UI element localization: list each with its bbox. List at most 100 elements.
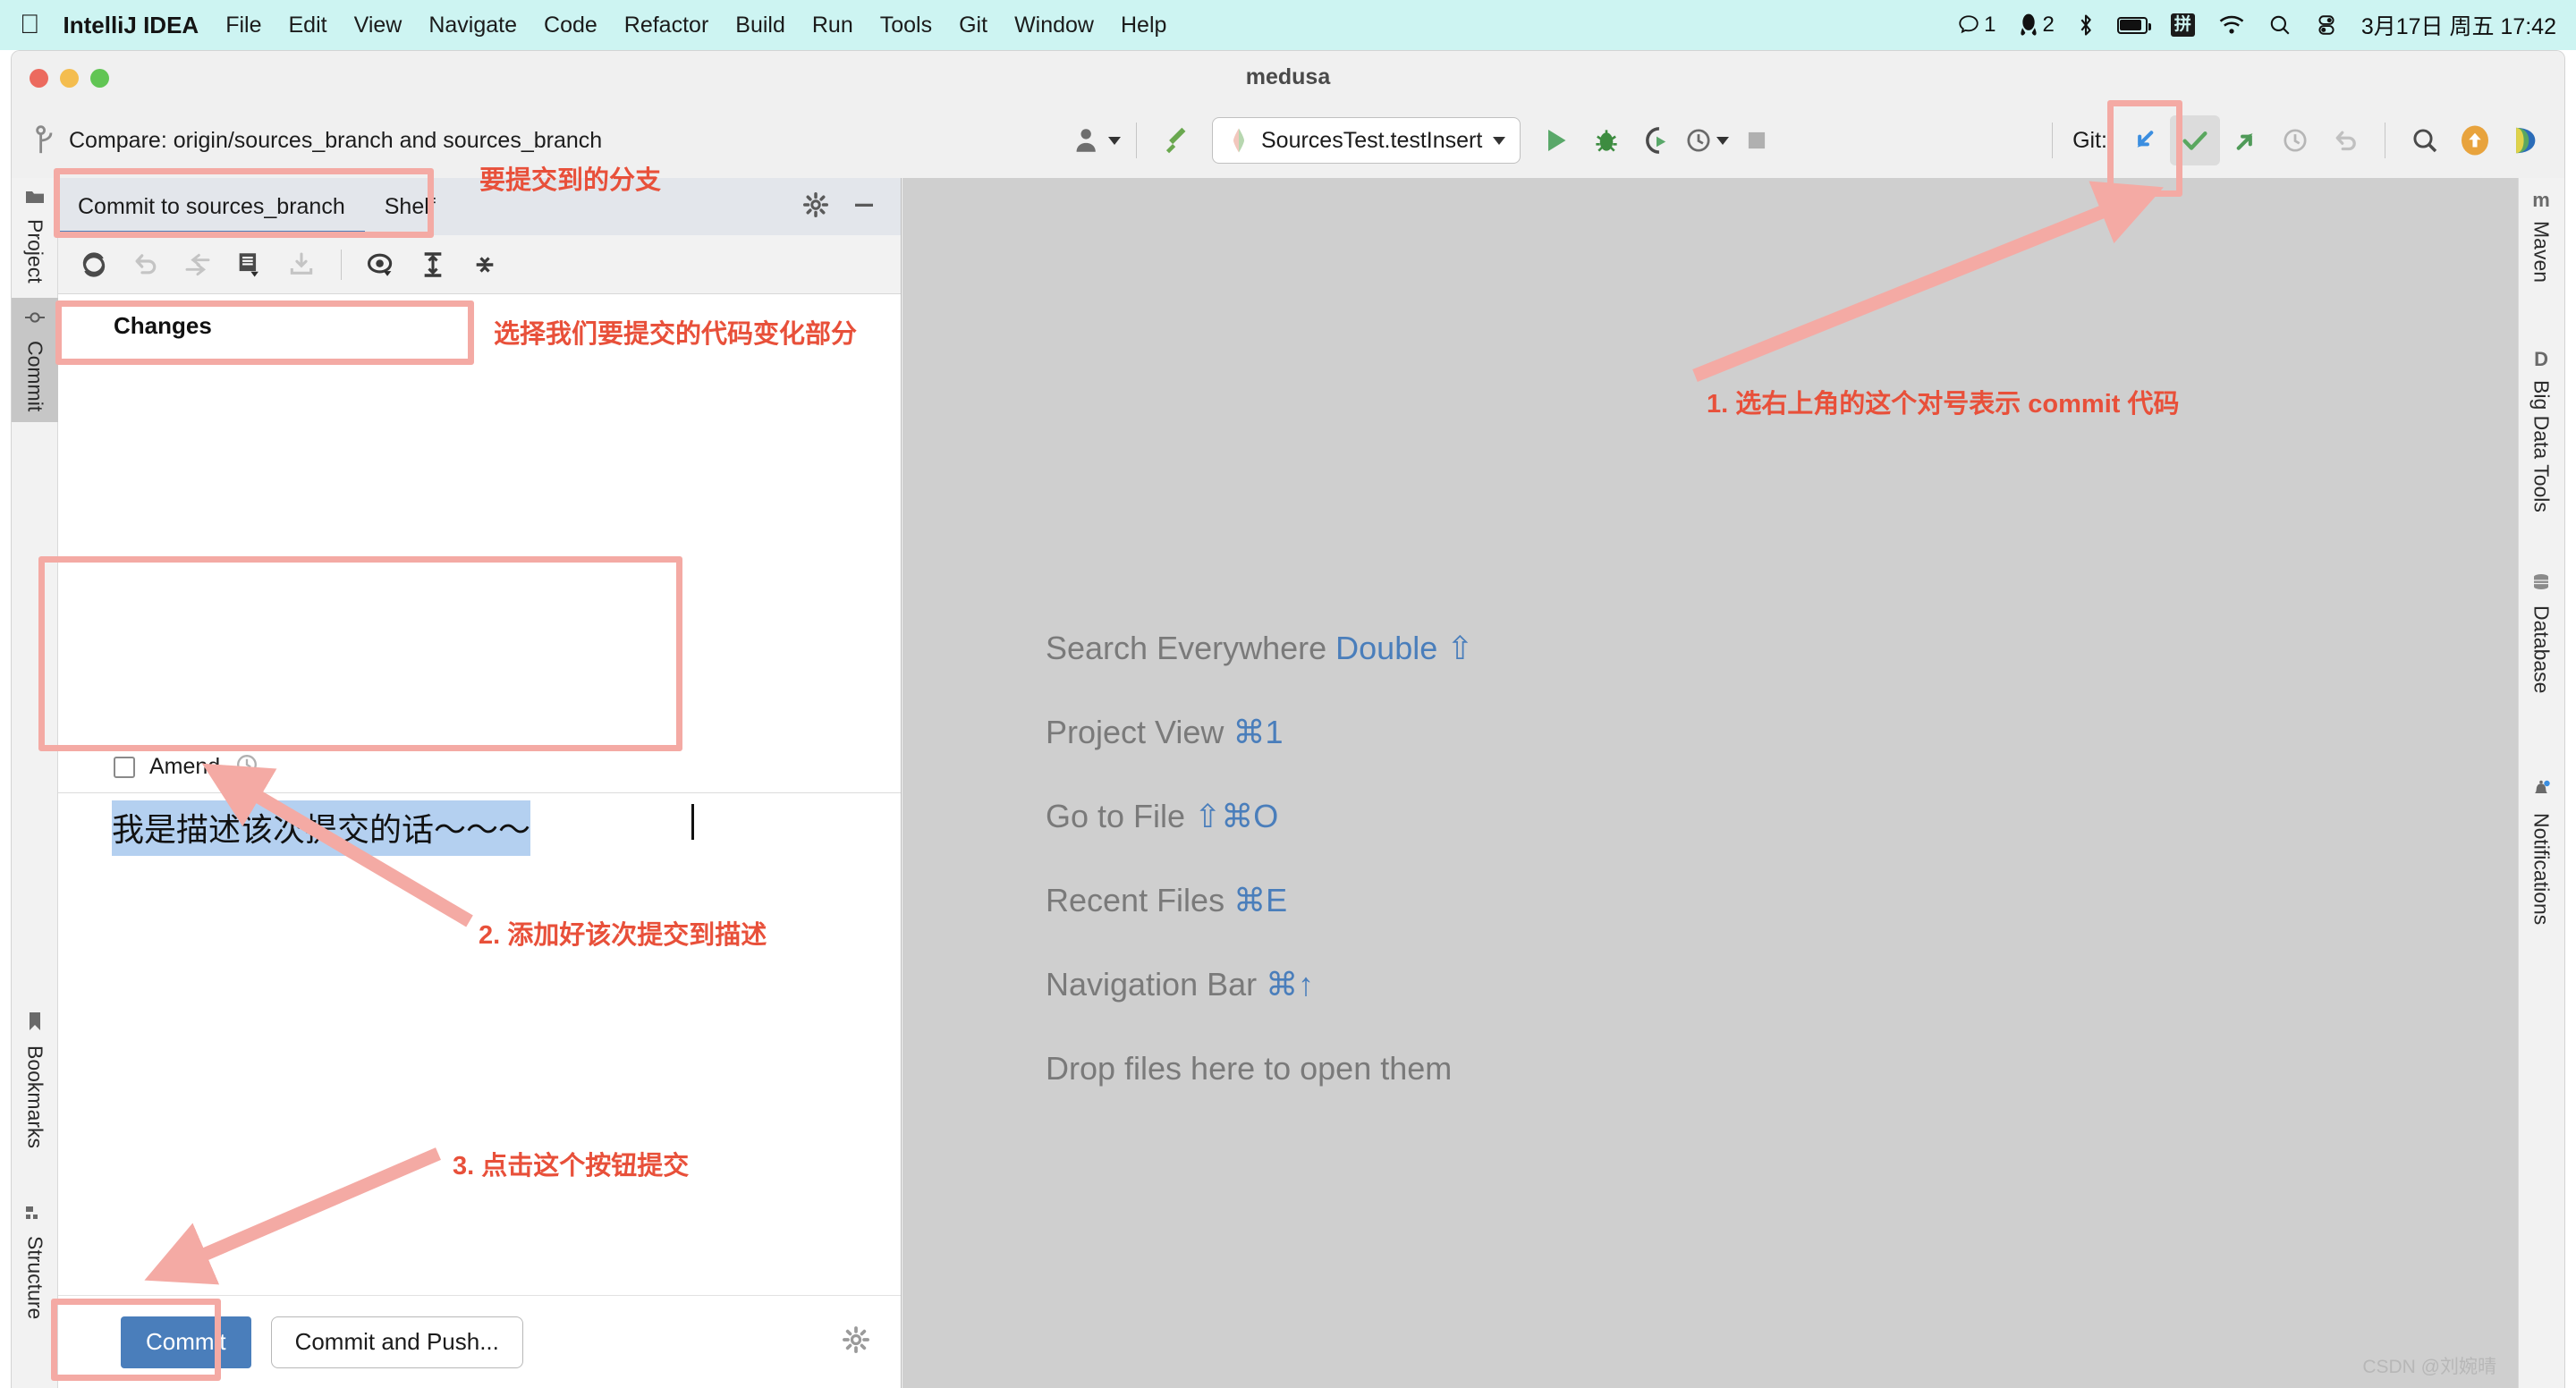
commit-message-area[interactable]: 我是描述该次提交的话～～～ bbox=[58, 793, 901, 927]
menu-item-view[interactable]: View bbox=[354, 13, 402, 38]
group-by-eye-icon bbox=[367, 253, 393, 276]
sidebar-item-bookmarks[interactable]: Bookmarks bbox=[12, 1001, 58, 1159]
menu-item-build[interactable]: Build bbox=[735, 13, 785, 38]
sidebar-item-label: Commit bbox=[23, 341, 47, 412]
menu-item-window[interactable]: Window bbox=[1014, 13, 1094, 38]
git-update-button[interactable] bbox=[2120, 115, 2170, 165]
git-history-button[interactable] bbox=[2270, 115, 2320, 165]
ide-feature-button[interactable] bbox=[2500, 115, 2550, 165]
menu-item-help[interactable]: Help bbox=[1121, 13, 1166, 38]
spotlight-status-item[interactable] bbox=[2268, 13, 2292, 37]
annotation-text-step-2: 2. 添加好该次提交到描述 bbox=[479, 921, 767, 950]
sidebar-item-database[interactable]: Database bbox=[2518, 563, 2564, 704]
minimize-dash-icon[interactable] bbox=[851, 191, 877, 223]
search-everywhere-button[interactable] bbox=[2400, 115, 2450, 165]
menu-item-file[interactable]: File bbox=[225, 13, 261, 38]
control-center-status-item[interactable] bbox=[2315, 13, 2338, 37]
input-method-indicator[interactable]: 拼 bbox=[2170, 13, 2195, 37]
menu-item-run[interactable]: Run bbox=[812, 13, 853, 38]
git-rollback-button[interactable] bbox=[2320, 115, 2370, 165]
menu-item-refactor[interactable]: Refactor bbox=[624, 13, 708, 38]
sidebar-item-structure[interactable]: Structure bbox=[12, 1193, 58, 1330]
shortcut-action: Recent Files bbox=[1046, 882, 1225, 918]
build-button[interactable] bbox=[1151, 115, 1201, 165]
qq-status-item[interactable]: 2 bbox=[2019, 13, 2055, 38]
apple-logo-icon[interactable]:  bbox=[20, 12, 40, 38]
sidebar-item-commit[interactable]: Commit bbox=[12, 298, 58, 423]
git-commit-button[interactable] bbox=[2170, 115, 2220, 165]
expand-all-icon bbox=[424, 251, 442, 277]
branch-indicator[interactable]: Compare: origin/sources_branch and sourc… bbox=[35, 125, 602, 156]
database-cylinder-icon bbox=[2531, 573, 2551, 597]
stop-button[interactable] bbox=[1732, 115, 1782, 165]
profiler-button[interactable] bbox=[1682, 115, 1732, 165]
sidebar-item-notifications[interactable]: Notifications bbox=[2518, 768, 2564, 935]
commit-message-text[interactable]: 我是描述该次提交的话～～～ bbox=[112, 800, 531, 856]
debug-button[interactable] bbox=[1581, 115, 1631, 165]
rollback-changes-button[interactable] bbox=[123, 241, 169, 288]
tab-label: Shelf bbox=[384, 193, 436, 219]
sidebar-item-maven[interactable]: m Maven bbox=[2518, 178, 2564, 293]
menu-item-git[interactable]: Git bbox=[959, 13, 987, 38]
shortcut-row-go-to-file: Go to File ⇧⌘O bbox=[1046, 798, 1473, 835]
git-push-button[interactable] bbox=[2220, 115, 2270, 165]
wifi-status-item[interactable] bbox=[2218, 14, 2245, 36]
gear-settings-icon[interactable] bbox=[802, 191, 829, 223]
show-diff-button[interactable] bbox=[226, 241, 273, 288]
screenshot-root:  IntelliJ IDEA File Edit View Navigate … bbox=[0, 0, 2576, 1388]
tab-label: Commit to sources_branch bbox=[78, 193, 345, 219]
zoom-button[interactable] bbox=[90, 69, 109, 88]
group-by-button[interactable] bbox=[358, 241, 404, 288]
macos-menu-bar:  IntelliJ IDEA File Edit View Navigate … bbox=[0, 0, 2576, 50]
shortcut-keys: Double ⇧ bbox=[1335, 630, 1474, 666]
shelve-download-icon bbox=[290, 251, 313, 275]
vcs-user-button[interactable] bbox=[1072, 115, 1122, 165]
structure-icon bbox=[25, 1204, 45, 1227]
spotlight-search-icon bbox=[2270, 15, 2290, 35]
ide-toolbar: Compare: origin/sources_branch and sourc… bbox=[12, 103, 2564, 178]
updates-available-button[interactable] bbox=[2450, 115, 2500, 165]
battery-status-item[interactable] bbox=[2116, 16, 2151, 34]
rollback-arrow-icon bbox=[135, 253, 157, 274]
shelve-changes-button[interactable] bbox=[278, 241, 325, 288]
refresh-changes-button[interactable] bbox=[71, 241, 117, 288]
traffic-light-buttons bbox=[30, 69, 109, 88]
shortcut-action: Search Everywhere bbox=[1046, 630, 1327, 666]
menu-bar-clock[interactable]: 3月17日 周五 17:42 bbox=[2361, 9, 2556, 41]
run-button[interactable] bbox=[1531, 115, 1581, 165]
menu-item-edit[interactable]: Edit bbox=[289, 13, 327, 38]
minimize-button[interactable] bbox=[60, 69, 79, 88]
menu-item-navigate[interactable]: Navigate bbox=[428, 13, 517, 38]
shortcut-action: Go to File bbox=[1046, 798, 1186, 834]
amend-checkbox[interactable] bbox=[114, 756, 135, 778]
profiler-clock-icon bbox=[1687, 129, 1710, 152]
menu-item-code[interactable]: Code bbox=[544, 13, 597, 38]
bluetooth-status-item[interactable] bbox=[2078, 13, 2094, 38]
commit-and-push-button[interactable]: Commit and Push... bbox=[270, 1316, 523, 1368]
shortcut-keys: ⌘E bbox=[1233, 882, 1288, 918]
debug-bug-icon bbox=[1596, 130, 1617, 152]
stop-square-icon bbox=[1749, 131, 1766, 149]
messages-status-item[interactable]: 1 bbox=[1957, 13, 1996, 38]
tab-commit-to-branch[interactable]: Commit to sources_branch bbox=[58, 178, 365, 235]
run-with-coverage-button[interactable] bbox=[1631, 115, 1682, 165]
collapse-all-button[interactable] bbox=[462, 241, 508, 288]
move-to-changelist-button[interactable] bbox=[174, 241, 221, 288]
commit-options-gear-icon[interactable] bbox=[842, 1325, 870, 1358]
tab-shelf[interactable]: Shelf bbox=[365, 178, 455, 235]
sidebar-item-project[interactable]: Project bbox=[12, 178, 58, 294]
changes-node-label[interactable]: Changes bbox=[114, 312, 212, 340]
commit-button[interactable]: Commit bbox=[121, 1316, 251, 1368]
commit-message-history-icon[interactable] bbox=[234, 752, 259, 782]
update-orange-arrow-icon bbox=[2462, 125, 2488, 156]
update-project-arrow-icon bbox=[2137, 131, 2154, 148]
changes-tree[interactable]: Changes bbox=[58, 294, 901, 741]
menu-item-tools[interactable]: Tools bbox=[880, 13, 932, 38]
run-configuration-selector[interactable]: SourcesTest.testInsert bbox=[1212, 117, 1521, 164]
expand-all-button[interactable] bbox=[410, 241, 456, 288]
menu-app-name[interactable]: IntelliJ IDEA bbox=[64, 12, 199, 39]
sidebar-item-big-data-tools[interactable]: D Big Data Tools bbox=[2518, 337, 2564, 523]
toolbar-separator bbox=[2052, 123, 2054, 158]
close-button[interactable] bbox=[30, 69, 48, 88]
left-tool-strip: Project Commit Bookmarks Structure bbox=[12, 178, 58, 1388]
